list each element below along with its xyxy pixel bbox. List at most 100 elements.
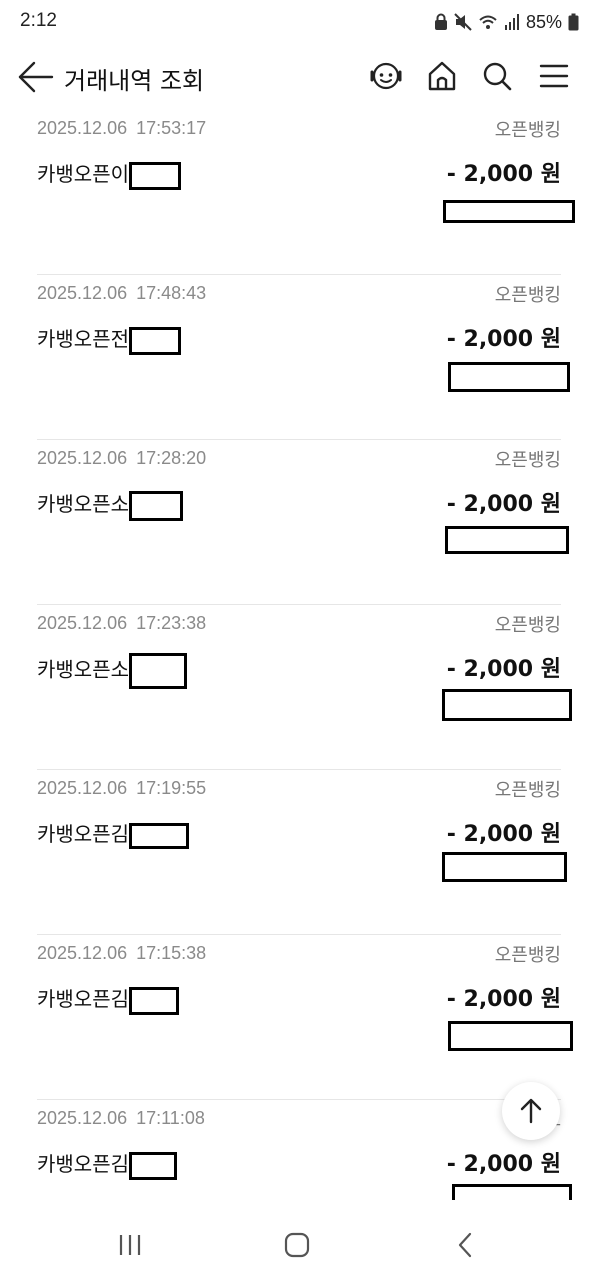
transaction-date: 2025.12.06 [37,283,128,303]
chatbot-button[interactable] [367,58,405,94]
transaction-type: 오픈뱅킹 [494,780,561,801]
transaction-date: 2025.12.06 [37,448,128,468]
transaction-datetime: 2025.12.06 17:23:38 [37,613,206,634]
transaction-time: 17:19:55 [136,778,207,798]
recent-apps-button[interactable] [110,1228,150,1262]
transaction-datetime: 2025.12.06 17:48:43 [37,283,206,304]
search-icon [483,62,512,91]
back-arrow-icon [18,61,54,93]
back-nav-button[interactable] [445,1228,485,1262]
transaction-name-text: 카뱅오픈소 [37,492,129,516]
transaction-datetime: 2025.12.06 17:15:38 [37,943,206,964]
redaction-box [129,490,183,521]
transaction-type: 오픈뱅킹 [494,120,561,141]
transaction-time: 17:23:38 [136,613,207,633]
arrow-up-icon [520,1098,542,1124]
transaction-name-text: 카뱅오픈김 [37,987,129,1011]
transaction-item[interactable]: 2025.12.06 17:48:43 오픈뱅킹 카뱅오픈전 - 2,000 원 [37,275,570,440]
transaction-item[interactable]: 2025.12.06 17:28:20 오픈뱅킹 카뱅오픈소 - 2,000 원 [37,440,569,605]
transaction-datetime: 2025.12.06 17:19:55 [37,778,206,799]
transaction-name-text: 카뱅오픈김 [37,1152,129,1176]
transaction-name: 카뱅오픈김 [37,818,189,849]
transaction-amount: - 2,000 원 [446,987,561,1012]
transaction-type: 오픈뱅킹 [494,285,561,306]
balance-redaction-box [442,689,572,721]
home-nav-button[interactable] [277,1228,317,1262]
redaction-box [129,822,189,849]
redaction-box [129,986,179,1015]
back-arrow-button[interactable] [16,60,56,96]
transaction-amount: - 2,000 원 [446,492,561,517]
transaction-amount: - 2,000 원 [446,657,561,682]
balance-redaction-box [448,1021,573,1051]
transaction-amount: - 2,000 원 [446,822,561,847]
home-button[interactable] [423,58,461,94]
transaction-datetime: 2025.12.06 17:11:08 [37,1108,205,1129]
transaction-list[interactable]: 2025.12.06 17:53:17 오픈뱅킹 카뱅오픈이 - 2,000 원… [0,110,597,1200]
home-button-icon [284,1232,310,1258]
status-bar: 2:12 85% [0,0,597,44]
transaction-datetime: 2025.12.06 17:28:20 [37,448,206,469]
transaction-time: 17:48:43 [136,283,207,303]
battery-percent: 85% [525,11,562,32]
transaction-amount: - 2,000 원 [446,162,561,187]
transaction-amount: - 2,000 원 [446,1152,561,1177]
menu-button[interactable] [535,58,573,94]
scroll-to-top-button[interactable] [502,1082,560,1140]
status-icons: 85% [434,10,579,34]
transaction-name: 카뱅오픈소 [37,653,187,689]
transaction-date: 2025.12.06 [37,943,128,963]
transaction-item[interactable]: 2025.12.06 17:23:38 오픈뱅킹 카뱅오픈소 - 2,000 원 [37,605,572,770]
transaction-name-text: 카뱅오픈김 [37,822,129,846]
transaction-date: 2025.12.06 [37,1108,128,1128]
page-title: 거래내역 조회 [64,67,205,95]
transaction-name-text: 카뱅오픈전 [37,327,129,351]
transaction-date: 2025.12.06 [37,613,128,633]
transaction-item[interactable]: 2025.12.06 17:11:08 오 카뱅오픈김 - 2,000 원 [37,1100,572,1200]
redaction-box [129,653,187,689]
balance-redaction-box [448,362,570,392]
transaction-time: 17:28:20 [136,448,207,468]
status-time: 2:12 [20,10,57,31]
recent-apps-icon [119,1235,141,1255]
transaction-item[interactable]: 2025.12.06 17:19:55 오픈뱅킹 카뱅오픈김 - 2,000 원 [37,770,567,935]
transaction-name: 카뱅오픈이 [37,158,181,190]
lock-icon [434,13,447,30]
system-nav-bar [0,1210,597,1280]
transaction-name-text: 카뱅오픈이 [37,162,129,186]
transaction-name: 카뱅오픈김 [37,1148,177,1180]
transaction-item[interactable]: 2025.12.06 17:53:17 오픈뱅킹 카뱅오픈이 - 2,000 원 [37,110,575,275]
transaction-time: 17:11:08 [136,1108,205,1128]
transaction-date: 2025.12.06 [37,118,128,138]
redaction-box [129,326,181,355]
balance-redaction-box [445,526,569,554]
battery-icon [568,13,579,31]
balance-redaction-box [442,852,567,882]
transaction-amount: - 2,000 원 [446,327,561,352]
redaction-box [129,1151,177,1180]
back-button-icon [458,1232,472,1258]
chatbot-face-icon [370,62,402,90]
transaction-name-text: 카뱅오픈소 [37,657,129,682]
transaction-type: 오픈뱅킹 [494,450,561,471]
transaction-name: 카뱅오픈전 [37,323,181,355]
transaction-name: 카뱅오픈소 [37,488,183,521]
signal-icon [504,14,519,30]
transaction-type: 오픈뱅킹 [494,615,561,636]
redaction-box [129,161,181,190]
transaction-name: 카뱅오픈김 [37,983,179,1015]
transaction-time: 17:15:38 [136,943,207,963]
balance-redaction-box [452,1184,572,1200]
mute-icon [454,13,472,31]
transaction-date: 2025.12.06 [37,778,128,798]
transaction-time: 17:53:17 [136,118,207,138]
transaction-item[interactable]: 2025.12.06 17:15:38 오픈뱅킹 카뱅오픈김 - 2,000 원 [37,935,573,1100]
wifi-icon [479,15,497,29]
balance-redaction-box [443,200,575,223]
transaction-datetime: 2025.12.06 17:53:17 [37,118,206,139]
app-header: 거래내역 조회 [0,44,597,110]
home-icon [428,61,456,91]
search-button[interactable] [478,58,516,94]
menu-icon [539,64,569,88]
transaction-type: 오픈뱅킹 [494,945,561,966]
